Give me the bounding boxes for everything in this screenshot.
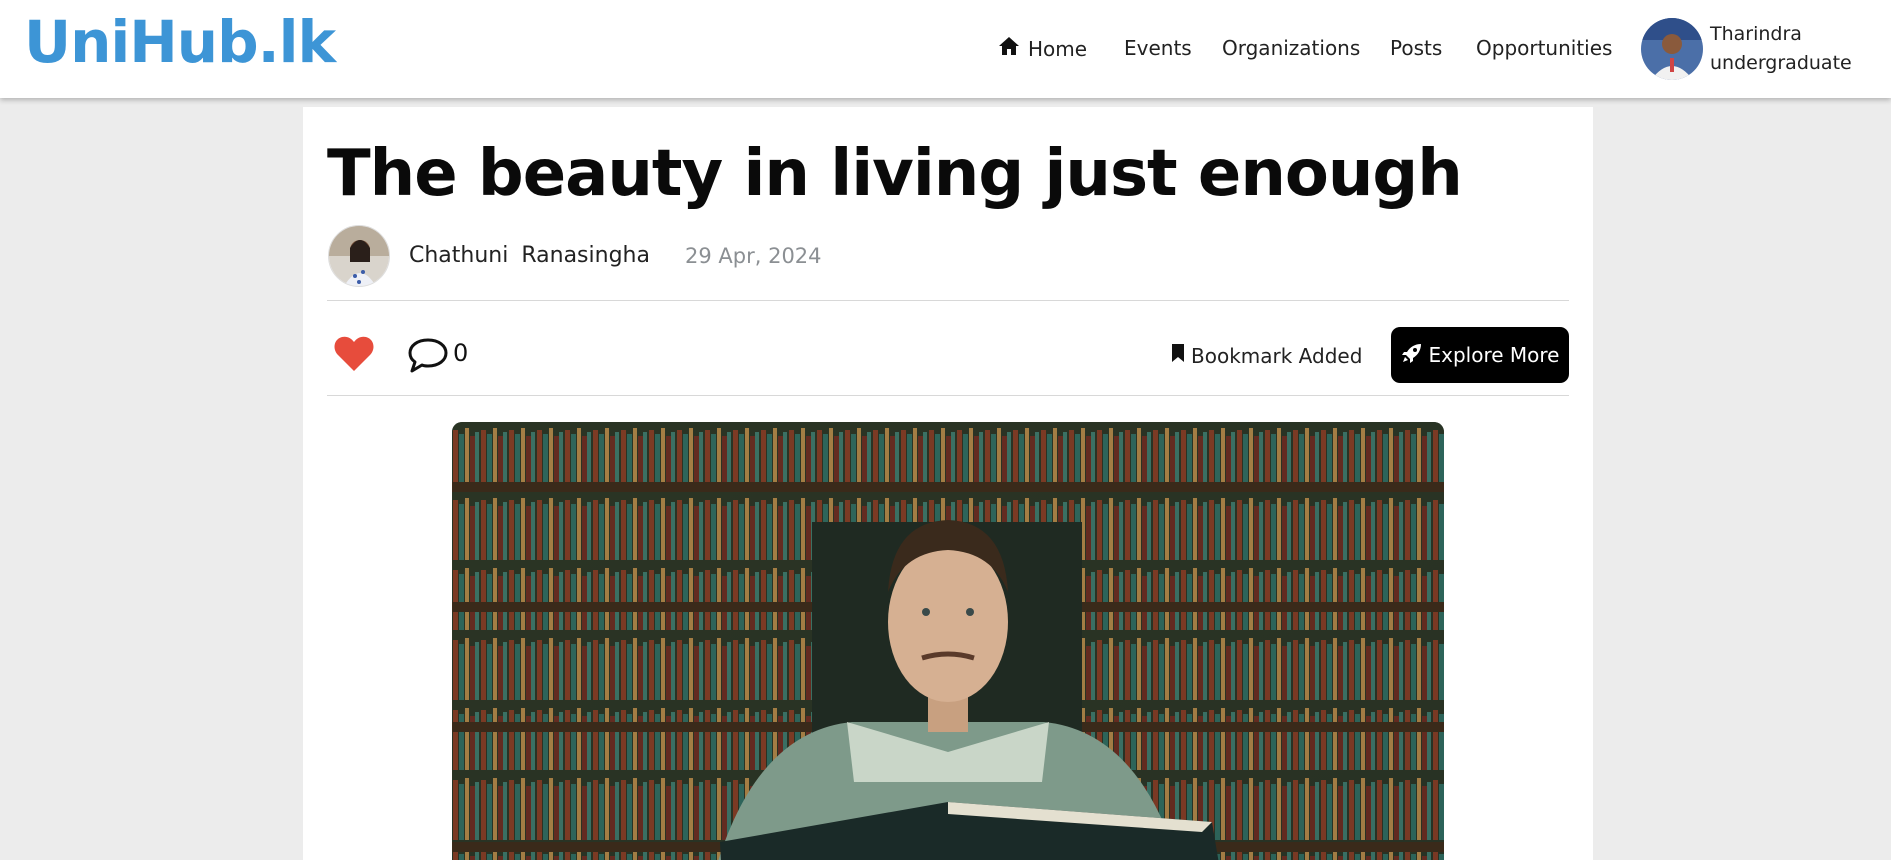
nav-events[interactable]: Events — [1124, 36, 1192, 60]
bookmark-icon — [1171, 343, 1185, 368]
rocket-icon — [1401, 342, 1423, 369]
article-card: The beauty in living just enough Chathun… — [303, 107, 1593, 860]
nav-home[interactable]: Home — [998, 36, 1087, 61]
user-role: undergraduate — [1710, 52, 1852, 74]
divider — [327, 300, 1569, 301]
divider — [327, 395, 1569, 396]
comment-icon[interactable] — [407, 336, 449, 374]
top-navbar: UniHub.lk Home Events Organizations Post… — [0, 0, 1891, 98]
nav-organizations[interactable]: Organizations — [1222, 36, 1360, 60]
nav-opportunities[interactable]: Opportunities — [1476, 36, 1612, 60]
explore-more-label: Explore More — [1428, 343, 1560, 367]
bookmark-label: Bookmark Added — [1191, 343, 1363, 368]
site-logo[interactable]: UniHub.lk — [24, 8, 336, 76]
home-icon — [998, 36, 1020, 61]
article-title: The beauty in living just enough — [327, 137, 1463, 211]
bookmark-button[interactable]: Bookmark Added — [1171, 343, 1362, 368]
user-name: Tharindra — [1710, 23, 1802, 45]
article-cover-image — [452, 422, 1444, 860]
comment-count: 0 — [453, 339, 469, 367]
user-avatar[interactable] — [1641, 18, 1703, 80]
nav-posts[interactable]: Posts — [1390, 36, 1442, 60]
author-name[interactable]: Chathuni Ranasingha — [409, 243, 650, 268]
explore-more-button[interactable]: Explore More — [1391, 327, 1569, 383]
post-date: 29 Apr, 2024 — [685, 244, 822, 268]
nav-home-label: Home — [1028, 36, 1088, 61]
user-info[interactable]: Tharindra undergraduate — [1710, 20, 1852, 78]
author-avatar[interactable] — [328, 225, 390, 287]
heart-icon[interactable] — [333, 335, 375, 373]
